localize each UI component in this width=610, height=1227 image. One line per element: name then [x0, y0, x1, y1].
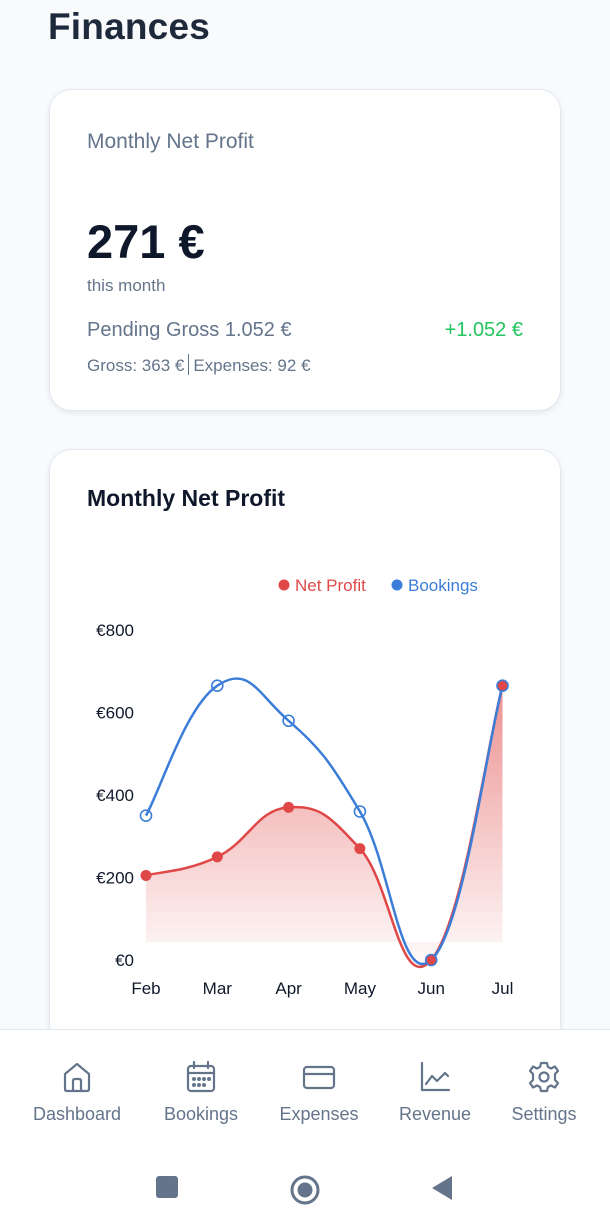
- nav-item-dashboard[interactable]: Dashboard: [12, 1060, 142, 1125]
- legend-label: Bookings: [408, 576, 478, 595]
- gross-expenses-breakdown: Gross: 363 € Expenses: 92 €: [87, 354, 311, 376]
- credit-card-icon: [302, 1065, 336, 1090]
- gross-value: Gross: 363 €: [87, 356, 185, 375]
- net-profit-point: [211, 851, 223, 863]
- net-profit-amount: 271 €: [87, 215, 205, 268]
- nav-label: Dashboard: [32, 1104, 122, 1124]
- x-tick-label: Jul: [492, 979, 514, 998]
- net-profit-summary-card: Monthly Net Profit 271 € this month Pend…: [49, 89, 561, 411]
- page-title: Finances: [48, 6, 210, 47]
- circle-icon[interactable]: [289, 1174, 321, 1206]
- nav-label: Bookings: [163, 1104, 239, 1124]
- x-tick-label: Feb: [131, 979, 160, 998]
- summary-title: Monthly Net Profit: [87, 130, 254, 153]
- x-tick-label: Mar: [203, 979, 233, 998]
- x-tick-label: Apr: [275, 979, 302, 998]
- net-profit-chart: €0 €200 €400 €600 €800 Feb Mar Apr May Jun Jul Net …: [96, 576, 514, 998]
- y-tick-label: €800: [96, 621, 134, 640]
- y-tick-label: €200: [96, 869, 134, 888]
- nav-item-bookings[interactable]: Bookings: [136, 1060, 266, 1125]
- period-label: this month: [87, 276, 166, 295]
- calendar-icon: [186, 1060, 216, 1093]
- net-profit-point: [354, 843, 366, 855]
- y-tick-label: €0: [115, 951, 134, 970]
- x-tick-label: May: [344, 979, 377, 998]
- line-chart-icon: [420, 1061, 451, 1092]
- y-tick-label: €400: [96, 786, 134, 805]
- x-tick-label: Jun: [417, 979, 444, 998]
- net-profit-chart-card: Monthly Net Profit €0 €200 €400 €600 €800 Feb…: [49, 449, 561, 1049]
- legend-marker: [278, 579, 290, 591]
- divider: [188, 354, 190, 375]
- nav-item-expenses[interactable]: Expenses: [254, 1060, 384, 1125]
- pending-gross: Pending Gross 1.052 €: [87, 319, 292, 341]
- y-tick-label: €600: [96, 704, 134, 723]
- home-icon: [63, 1062, 91, 1093]
- nav-item-settings[interactable]: Settings: [479, 1060, 609, 1125]
- nav-label: Settings: [511, 1104, 577, 1124]
- square-icon[interactable]: [155, 1175, 179, 1199]
- nav-label: Expenses: [279, 1104, 359, 1124]
- expenses-value: Expenses: 92 €: [193, 356, 311, 375]
- legend-marker: [391, 579, 403, 591]
- back-triangle-icon[interactable]: [430, 1175, 454, 1201]
- legend-label: Net Profit: [295, 576, 366, 595]
- gear-icon: [528, 1061, 560, 1093]
- net-profit-point: [140, 869, 152, 881]
- net-profit-point: [283, 801, 295, 813]
- pending-delta: +1.052 €: [444, 319, 523, 341]
